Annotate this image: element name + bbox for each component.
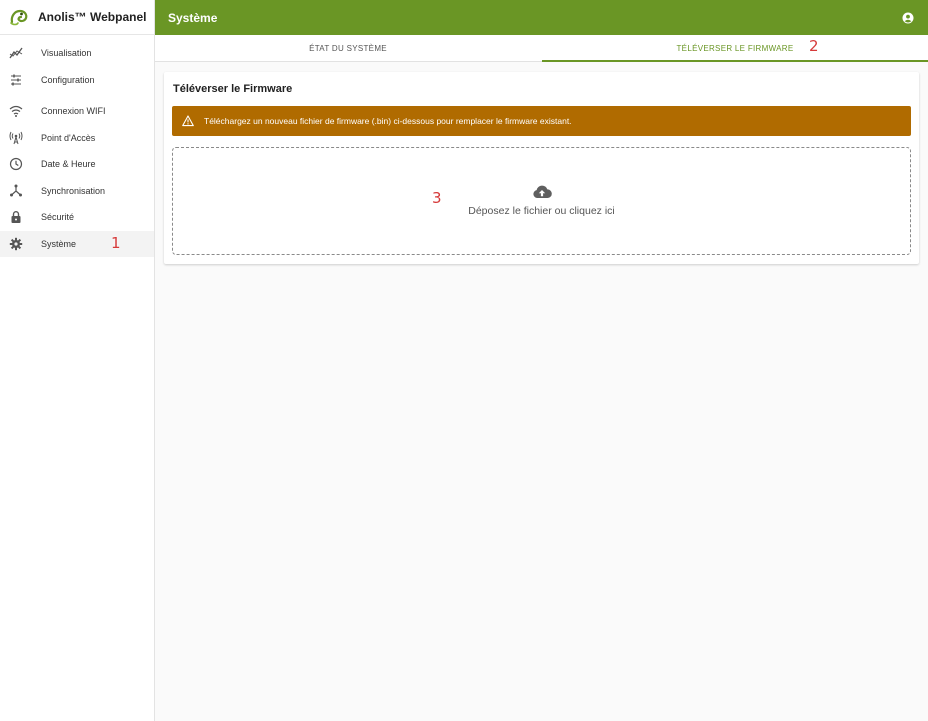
cloud-upload-icon [532,184,552,200]
brand-title: Anolis™ Webpanel [38,10,147,24]
sidebar-item-label: Configuration [41,74,95,85]
card-title: Téléverser le Firmware [173,83,293,95]
sidebar-item-configuration[interactable]: Configuration [0,67,154,94]
clock-icon [9,157,23,171]
account-circle-icon[interactable] [902,12,914,24]
dropzone-label: Déposez le fichier ou cliquez ici [468,205,615,217]
sidebar-item-systeme[interactable]: Système 1 [0,230,154,257]
annotation-1: 1 [111,233,121,252]
sidebar-nav: Visualisation Configuration Connexion WI… [0,40,154,257]
sidebar-item-label: Visualisation [41,48,92,59]
sync-icon [9,184,23,198]
brand[interactable]: Anolis™ Webpanel [0,0,154,35]
firmware-upload-card: Téléverser le Firmware Téléchargez un no… [164,72,919,264]
sidebar: Anolis™ Webpanel Visualisation Configura… [0,0,155,721]
sidebar-item-label: Système [41,238,77,249]
alert-message: Téléchargez un nouveau fichier de firmwa… [204,116,572,126]
lock-icon [9,210,23,224]
tab-etat-du-systeme[interactable]: ÉTAT DU SYSTÈME [155,35,541,62]
sidebar-item-label: Synchronisation [41,185,106,196]
file-dropzone[interactable]: Déposez le fichier ou cliquez ici 3 [172,147,911,255]
sidebar-item-synchronisation[interactable]: Synchronisation [0,178,154,205]
page-title: Système [168,10,218,25]
sidebar-item-label: Point d'Accès [41,132,96,143]
sidebar-item-date-heure[interactable]: Date & Heure [0,151,154,178]
warning-icon [182,115,194,127]
topbar: Système [155,0,928,35]
sidebar-item-label: Date & Heure [41,159,96,170]
sidebar-item-label: Sécurité [41,212,75,223]
tab-televerser-le-firmware[interactable]: TÉLÉVERSER LE FIRMWARE [542,35,928,62]
annotation-2: 2 [809,37,819,55]
sidebar-item-securite[interactable]: Sécurité [0,204,154,231]
sidebar-item-label: Connexion WIFI [41,106,106,117]
sidebar-item-point-acces[interactable]: Point d'Accès [0,125,154,152]
sliders-icon [9,73,23,87]
active-tab-indicator [542,60,928,62]
wifi-icon [9,104,23,118]
gear-icon [9,237,23,251]
tab-bar: ÉTAT DU SYSTÈME TÉLÉVERSER LE FIRMWARE 2 [155,35,928,62]
sidebar-item-connexion-wifi[interactable]: Connexion WIFI [0,98,154,125]
access-point-icon [9,131,23,145]
chameleon-logo-icon [9,7,29,27]
warning-alert: Téléchargez un nouveau fichier de firmwa… [172,106,911,136]
sidebar-item-visualisation[interactable]: Visualisation [0,40,154,67]
chart-line-icon [9,46,23,60]
annotation-3: 3 [432,189,442,207]
